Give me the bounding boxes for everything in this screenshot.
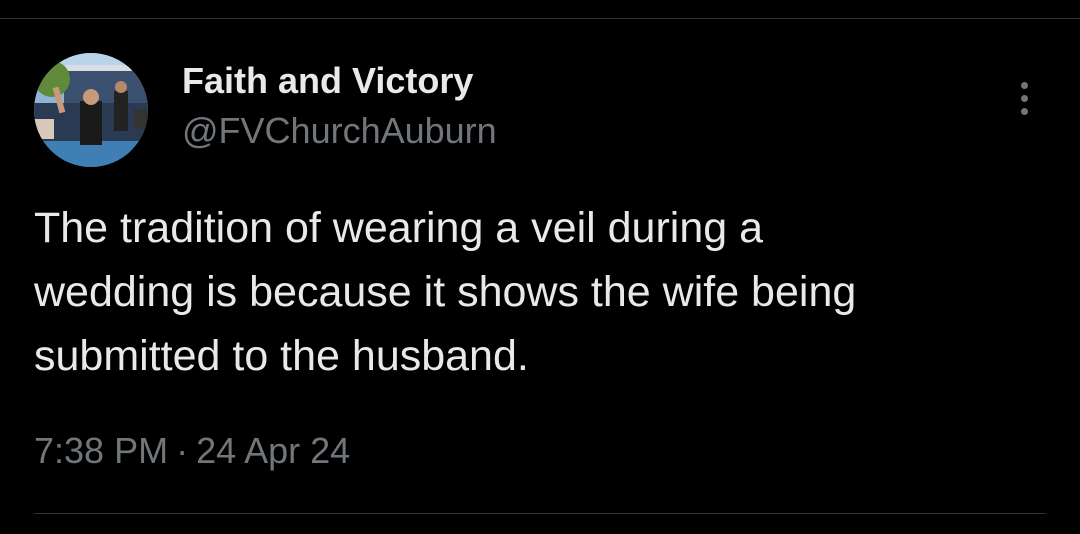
meta-separator: · [176,430,189,471]
more-vertical-icon-dot [1020,94,1028,102]
tweet-timestamp: 7:38 PM · 24 Apr 24 [34,430,350,472]
more-options-button[interactable] [1004,76,1044,120]
avatar[interactable] [34,53,148,167]
more-vertical-icon [1020,81,1028,89]
author-display-name[interactable]: Faith and Victory [182,60,473,102]
tweet-text: The tradition of wearing a veil during a… [34,196,1064,388]
bottom-divider [34,513,1046,514]
tweet-date[interactable]: 24 Apr 24 [196,430,350,471]
avatar-photo [34,53,148,167]
more-vertical-icon-dot [1020,107,1028,115]
tweet-text-line: submitted to the husband. [34,332,529,380]
tweet-text-line: The tradition of wearing a veil during a [34,204,764,252]
tweet-text-line: wedding is because it shows the wife bei… [34,268,857,316]
author-handle[interactable]: @FVChurchAuburn [182,110,497,152]
tweet-time[interactable]: 7:38 PM [34,430,168,471]
top-divider [0,18,1080,19]
